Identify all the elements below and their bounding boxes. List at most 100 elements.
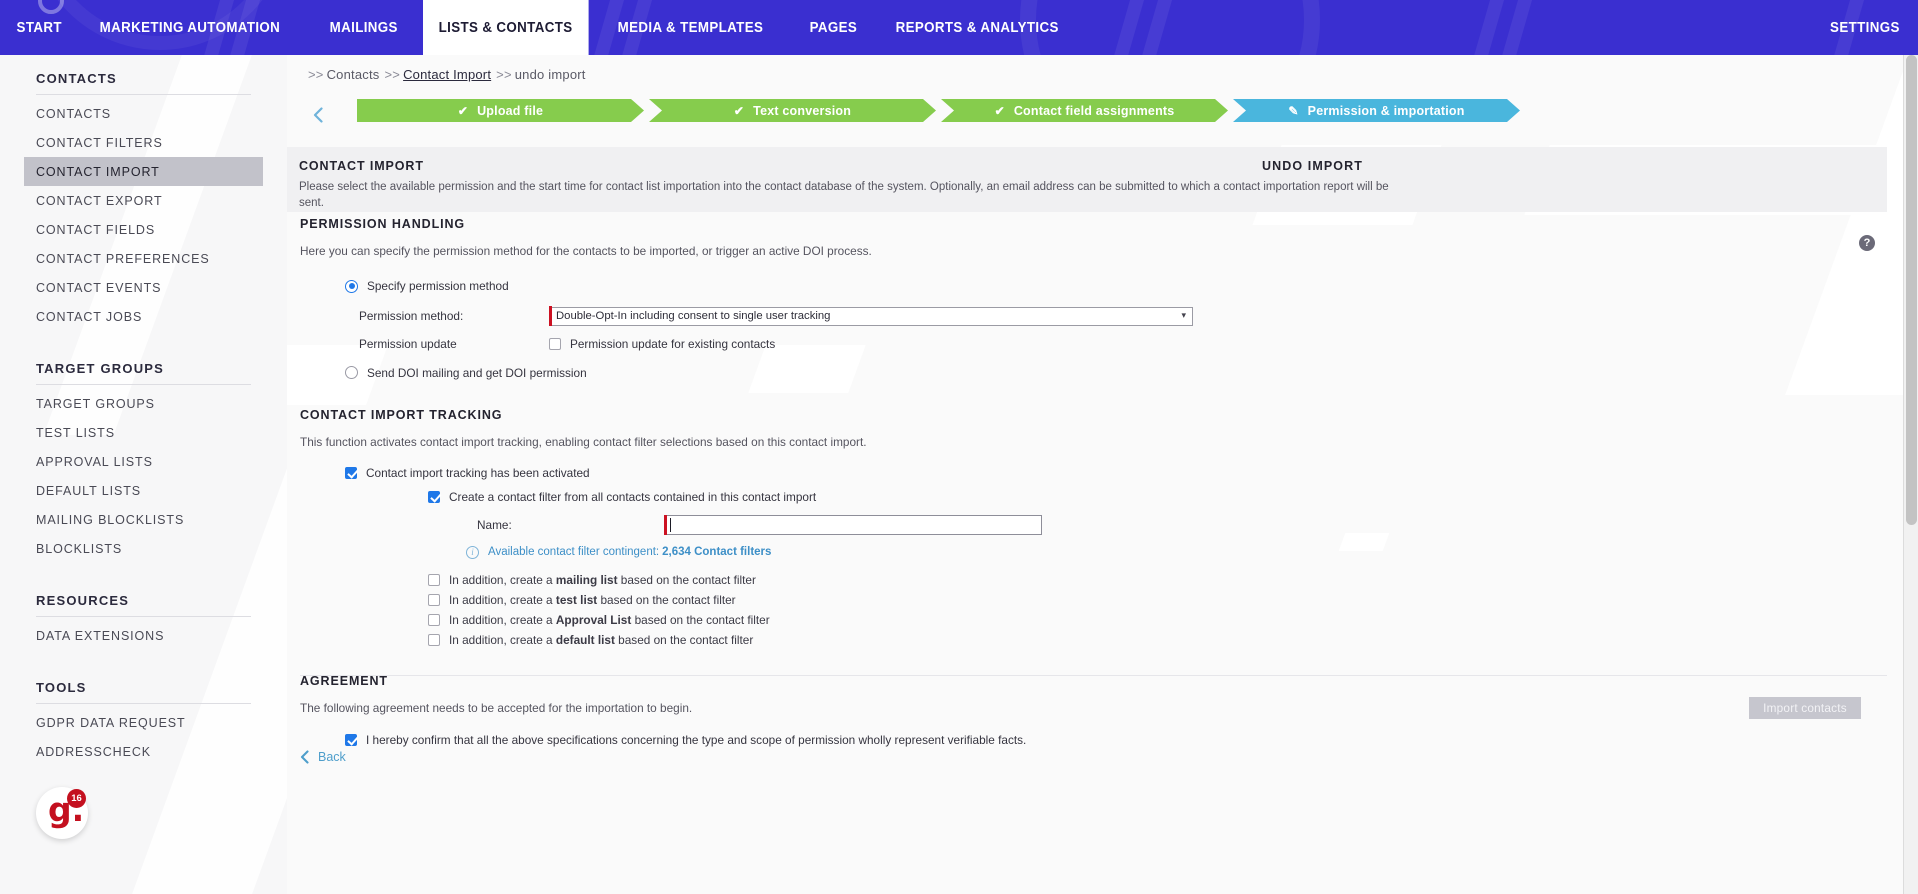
permission-method-select[interactable]: Double-Opt-In including consent to singl…	[549, 306, 1193, 326]
checkbox-create-default-list[interactable]	[428, 633, 440, 646]
wizard-step-text-conversion[interactable]: ✔ Text conversion	[649, 99, 936, 122]
sidebar-item-label: TARGET GROUPS	[36, 396, 155, 411]
content-header-panel: CONTACT IMPORT Please select the availab…	[287, 147, 1887, 212]
checkbox-create-test-list[interactable]	[428, 593, 440, 606]
chevron-left-icon	[313, 107, 323, 123]
page-scrollbar[interactable]	[1903, 55, 1918, 894]
page-description: Please select the available permission a…	[299, 181, 1389, 210]
tracking-activated-row[interactable]: Contact import tracking has been activat…	[345, 466, 1918, 480]
breadcrumb-item-undo-import: undo import	[514, 67, 586, 82]
sidebar-item-test-lists[interactable]: TEST LISTS	[24, 418, 263, 447]
sidebar-item-contact-preferences[interactable]: CONTACT PREFERENCES	[24, 244, 263, 273]
extra-option-label-test-list: In addition, create a test list based on…	[449, 592, 736, 607]
nav-item-label: PAGES	[809, 19, 858, 36]
wizard-step-upload-file[interactable]: ✔ Upload file	[357, 99, 644, 122]
scrollbar-thumb[interactable]	[1906, 55, 1917, 525]
sidebar-item-default-lists[interactable]: DEFAULT LISTS	[24, 476, 263, 505]
pencil-icon: ✎	[1288, 103, 1299, 118]
nav-item-label: MAILINGS	[330, 19, 399, 36]
nav-item-media-templates[interactable]: MEDIA & TEMPLATES	[602, 0, 779, 55]
required-indicator	[549, 306, 552, 326]
nav-item-start[interactable]: START	[0, 0, 78, 55]
sidebar-item-label: CONTACT JOBS	[36, 309, 143, 324]
wizard-prev-button[interactable]	[307, 103, 329, 127]
sidebar-divider	[36, 94, 251, 95]
wizard-step-label: Permission & importation	[1307, 103, 1465, 118]
breadcrumb-item-contacts[interactable]: Contacts	[327, 67, 380, 82]
checkbox-create-contact-filter[interactable]	[428, 490, 440, 503]
sidebar-item-label: CONTACT FILTERS	[36, 135, 163, 150]
sidebar-item-contact-events[interactable]: CONTACT EVENTS	[24, 273, 263, 302]
checkbox-permission-update[interactable]	[549, 337, 561, 350]
nav-item-reports-analytics[interactable]: REPORTS & ANALYTICS	[880, 0, 1074, 55]
top-navigation-bar: START MARKETING AUTOMATION MAILINGS LISTS &…	[0, 0, 1918, 55]
sidebar-groups: CONTACTS CONTACTS CONTACT FILTERS CONTACT I…	[0, 55, 287, 766]
permission-update-label: Permission update	[359, 336, 457, 351]
footer-divider	[300, 675, 1887, 676]
nav-item-pages[interactable]: PAGES	[794, 0, 873, 55]
sidebar-item-contact-jobs[interactable]: CONTACT JOBS	[24, 302, 263, 331]
sidebar-item-contact-export[interactable]: CONTACT EXPORT	[24, 186, 263, 215]
extra-option-row-test-list[interactable]: In addition, create a test list based on…	[428, 593, 1918, 607]
import-contacts-button[interactable]: Import contacts	[1749, 697, 1861, 719]
agreement-confirm-row[interactable]: I hereby confirm that all the above spec…	[345, 733, 1918, 747]
undo-import-title: UNDO IMPORT	[1262, 159, 1363, 173]
sidebar-item-mailing-blocklists[interactable]: MAILING BLOCKLISTS	[24, 505, 263, 534]
top-nav-items: START MARKETING AUTOMATION MAILINGS LISTS &…	[0, 0, 1091, 55]
create-filter-row[interactable]: Create a contact filter from all contact…	[428, 490, 1918, 504]
sidebar-item-blocklists[interactable]: BLOCKLISTS	[24, 534, 263, 563]
check-icon: ✔	[457, 103, 469, 118]
sidebar-item-approval-lists[interactable]: APPROVAL LISTS	[24, 447, 263, 476]
sidebar-item-label: TEST LISTS	[36, 425, 115, 440]
filter-name-input[interactable]	[664, 514, 1042, 535]
back-link[interactable]: Back	[300, 750, 346, 764]
nav-item-label: START	[16, 19, 62, 36]
check-icon: ✔	[994, 103, 1005, 118]
sidebar-item-contact-fields[interactable]: CONTACT FIELDS	[24, 215, 263, 244]
contingent-info: i Available contact filter contingent: 2…	[466, 545, 1918, 559]
sidebar-item-addresscheck[interactable]: ADDRESSCHECK	[24, 737, 263, 766]
checkbox-permission-update-label: Permission update for existing contacts	[570, 336, 776, 351]
checkbox-tracking-activated[interactable]	[345, 466, 357, 479]
nav-item-lists-contacts[interactable]: LISTS & CONTACTS	[422, 0, 588, 55]
sidebar-item-gdpr-data-request[interactable]: GDPR DATA REQUEST	[24, 708, 263, 737]
breadcrumb-item-contact-import[interactable]: Contact Import	[403, 67, 491, 82]
checkbox-create-approval-list[interactable]	[428, 613, 440, 626]
wizard-step-label: Text conversion	[753, 103, 852, 118]
filter-name-label: Name:	[477, 517, 512, 532]
check-icon: ✔	[733, 103, 745, 118]
brand-logo[interactable]: g. 16	[36, 787, 88, 839]
radio-send-doi[interactable]	[345, 366, 358, 379]
breadcrumb: >> Contacts >> Contact Import >> undo import	[303, 67, 586, 82]
radio-specify-permission[interactable]	[345, 279, 358, 293]
checkbox-create-mailing-list[interactable]	[428, 573, 440, 586]
agreement-description: The following agreement needs to be acce…	[300, 700, 693, 715]
extra-option-row-approval-list[interactable]: In addition, create a Approval List base…	[428, 613, 1918, 627]
radio-specify-permission-label: Specify permission method	[367, 279, 509, 293]
tracking-description: This function activates contact import t…	[300, 434, 867, 449]
sidebar-item-contact-filters[interactable]: CONTACT FILTERS	[24, 128, 263, 157]
sidebar-item-contact-import[interactable]: CONTACT IMPORT	[24, 157, 263, 186]
main-content: >> Contacts >> Contact Import >> undo import …	[287, 55, 1918, 894]
sidebar-item-label: CONTACT IMPORT	[36, 164, 160, 179]
nav-item-settings[interactable]: SETTINGS	[1830, 0, 1900, 55]
extra-option-row-default-list[interactable]: In addition, create a default list based…	[428, 633, 1918, 647]
extra-option-keyword: Approval List	[555, 612, 632, 627]
radio-row-specify[interactable]: Specify permission method	[345, 279, 1918, 293]
sidebar-item-data-extensions[interactable]: DATA EXTENSIONS	[24, 621, 263, 650]
radio-row-doi[interactable]: Send DOI mailing and get DOI permission	[345, 366, 1918, 380]
nav-item-mailings[interactable]: MAILINGS	[314, 0, 413, 55]
sidebar-item-contacts[interactable]: CONTACTS	[24, 99, 263, 128]
filter-name-input-wrapper	[664, 514, 1042, 535]
wizard-step-label: Upload file	[477, 103, 544, 118]
sidebar-item-label: GDPR DATA REQUEST	[36, 715, 186, 730]
wizard-step-permission-importation[interactable]: ✎ Permission & importation	[1233, 99, 1520, 122]
nav-item-marketing-automation[interactable]: MARKETING AUTOMATION	[84, 0, 296, 55]
sidebar-item-label: CONTACT EXPORT	[36, 193, 163, 208]
sidebar-item-label: CONTACT FIELDS	[36, 222, 156, 237]
nav-settings-label: SETTINGS	[1830, 19, 1900, 36]
wizard-step-contact-field-assignments[interactable]: ✔ Contact field assignments	[941, 99, 1228, 122]
checkbox-agreement-confirm[interactable]	[345, 733, 357, 746]
sidebar-item-target-groups[interactable]: TARGET GROUPS	[24, 389, 263, 418]
extra-option-row-mailing-list[interactable]: In addition, create a mailing list based…	[428, 573, 1918, 587]
